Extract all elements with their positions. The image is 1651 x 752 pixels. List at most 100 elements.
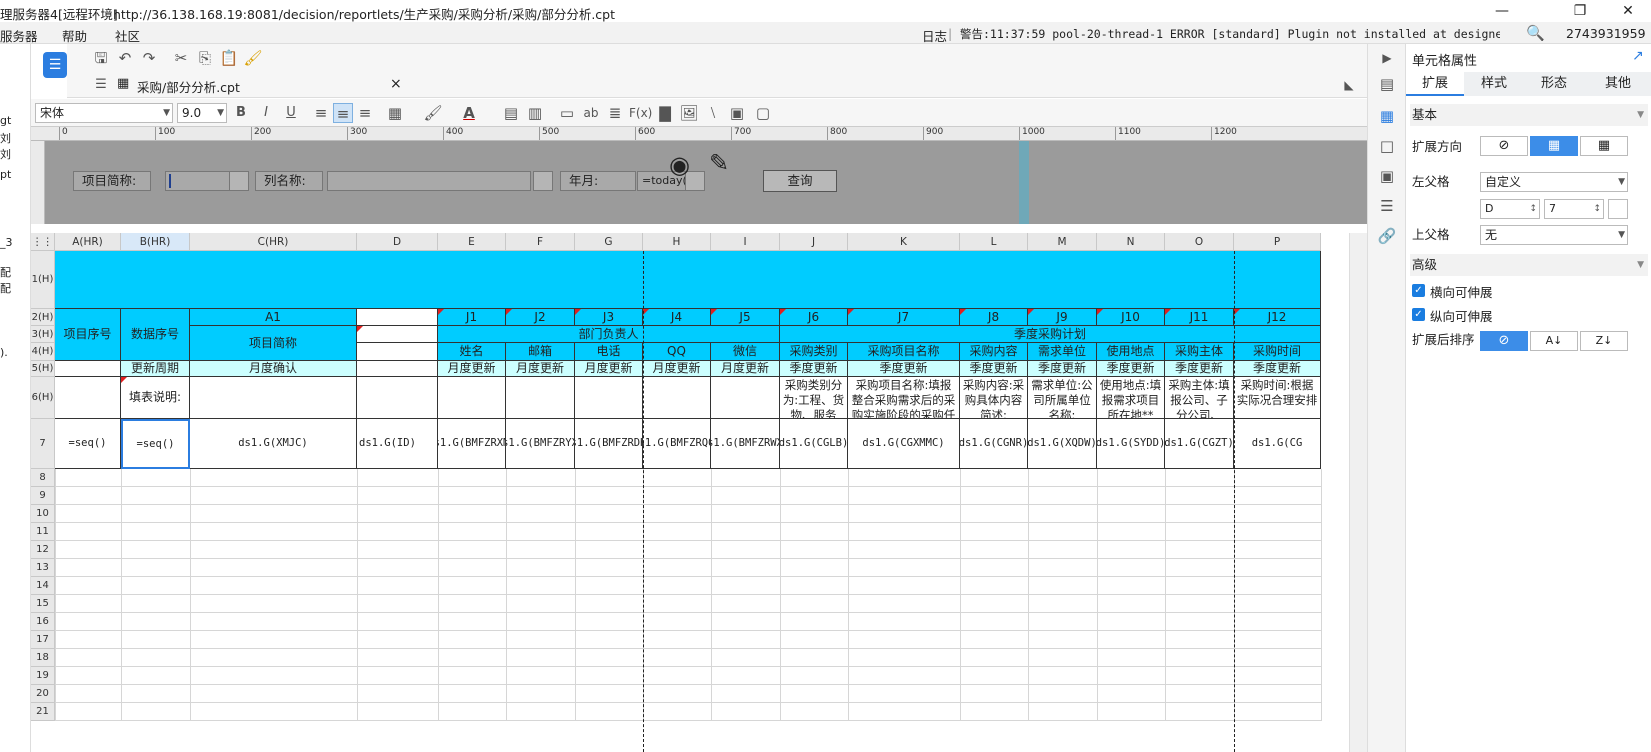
update-cycle-cell[interactable]: 季度更新: [1028, 361, 1097, 377]
header-field[interactable]: 采购时间: [1234, 343, 1321, 361]
formula-cell[interactable]: ds1.G(BMFZRQQ): [643, 419, 711, 469]
v-expand-checkbox[interactable]: ✓: [1412, 308, 1425, 321]
column-header[interactable]: C(HR): [190, 233, 357, 251]
grid-corner[interactable]: ⋮⋮: [31, 233, 55, 251]
row-header[interactable]: 14: [31, 577, 55, 595]
formula-icon[interactable]: F(x): [629, 103, 652, 123]
update-cycle-cell[interactable]: 季度更新: [780, 361, 848, 377]
blank-cell[interactable]: [357, 343, 438, 361]
template-attribute-icon[interactable]: □: [1377, 136, 1397, 156]
update-cycle-label[interactable]: 更新周期: [121, 361, 190, 377]
float-element-icon[interactable]: ▢: [753, 103, 773, 123]
blank-cell[interactable]: [575, 377, 643, 419]
insert-ab-icon[interactable]: ab: [581, 103, 601, 123]
sort-ascending-option[interactable]: A↓: [1530, 331, 1578, 351]
font-color-icon[interactable]: A: [459, 103, 479, 123]
column-header[interactable]: H: [643, 233, 711, 251]
insert-text-icon[interactable]: ▭: [557, 103, 577, 123]
instruction-cell[interactable]: 使用地点:填报需求项目所在地**: [1097, 377, 1165, 419]
row-header[interactable]: 18: [31, 649, 55, 667]
row-header[interactable]: 8: [31, 469, 55, 487]
query-button[interactable]: 查询: [763, 170, 837, 192]
column-header[interactable]: A(HR): [55, 233, 121, 251]
update-cycle-cell[interactable]: 季度更新: [1234, 361, 1321, 377]
project-input[interactable]: [165, 171, 235, 191]
param-panel-splitter[interactable]: [1019, 141, 1029, 224]
tab-expand[interactable]: 扩展: [1406, 72, 1464, 96]
blank-cell[interactable]: [357, 377, 438, 419]
log-link[interactable]: 日志: [922, 26, 947, 45]
report-title-cell[interactable]: [55, 251, 1321, 309]
vertical-scrollbar[interactable]: [1349, 233, 1367, 752]
font-size-select[interactable]: 9.0 ▼: [177, 103, 227, 123]
cell-attribute-icon[interactable]: ▦: [1377, 106, 1397, 126]
blank-cell[interactable]: [357, 309, 438, 326]
expand-none-option[interactable]: ⊘: [1480, 136, 1528, 156]
column-header[interactable]: N: [1097, 233, 1165, 251]
project-picker-icon[interactable]: [229, 171, 249, 191]
column-header[interactable]: O: [1165, 233, 1234, 251]
format-painter-icon[interactable]: 🖌: [243, 48, 263, 68]
column-input[interactable]: [327, 171, 531, 191]
formula-cell[interactable]: ds1.G(SYDD): [1097, 419, 1165, 469]
header-field[interactable]: 电话: [575, 343, 643, 361]
row-header[interactable]: 6(H): [31, 377, 55, 419]
blank-cell[interactable]: [643, 377, 711, 419]
cell-picker-icon[interactable]: [1608, 199, 1628, 219]
row-header[interactable]: 7: [31, 419, 55, 469]
blank-cell[interactable]: [55, 361, 121, 377]
column-header[interactable]: J: [780, 233, 848, 251]
header-data-seq[interactable]: 数据序号: [121, 309, 190, 361]
formula-cell[interactable]: ds1.G(CG: [1234, 419, 1321, 469]
minimize-button[interactable]: —: [1480, 1, 1524, 21]
hyperlink-icon[interactable]: 🔗: [1377, 226, 1397, 246]
h-expand-checkbox[interactable]: ✓: [1412, 284, 1425, 297]
header-field[interactable]: 采购内容: [960, 343, 1028, 361]
search-icon[interactable]: 🔍: [1526, 24, 1545, 42]
blank-cell[interactable]: [711, 377, 780, 419]
bold-button[interactable]: B: [231, 103, 251, 123]
insert-image-icon[interactable]: 🖼: [679, 103, 699, 123]
formula-cell[interactable]: ds1.G(BMFZRYX): [506, 419, 575, 469]
row-header[interactable]: 10: [31, 505, 55, 523]
tab-list-icon[interactable]: ☰: [91, 75, 111, 95]
header-quarter-plan[interactable]: 季度采购计划: [780, 326, 1321, 343]
formula-cell[interactable]: ds1.G(CGLB): [780, 419, 848, 469]
header-j-label[interactable]: J8: [960, 309, 1028, 326]
instruction-cell[interactable]: 采购内容:采购具体内容简述;: [960, 377, 1028, 419]
row-header[interactable]: 4(H): [31, 343, 55, 361]
header-field[interactable]: 使用地点: [1097, 343, 1165, 361]
maximize-button[interactable]: ❐: [1558, 1, 1602, 21]
row-header[interactable]: 11: [31, 523, 55, 541]
font-family-select[interactable]: 宋体 ▼: [35, 103, 173, 123]
instruction-cell[interactable]: 采购主体:填报公司、子分公司、: [1165, 377, 1234, 419]
row-header[interactable]: 21: [31, 703, 55, 721]
column-header[interactable]: D: [357, 233, 438, 251]
cell-element-icon[interactable]: ▤: [1377, 74, 1397, 94]
update-cycle-cell[interactable]: 季度更新: [1097, 361, 1165, 377]
slash-icon[interactable]: ⧵: [703, 103, 723, 123]
column-header[interactable]: B(HR): [121, 233, 190, 251]
header-j-label[interactable]: J5: [711, 309, 780, 326]
row-header[interactable]: 3(H): [31, 326, 55, 343]
header-a1[interactable]: A1: [190, 309, 357, 326]
tab-document[interactable]: ▦ 采购/部分分析.cpt ×: [117, 74, 417, 96]
update-cycle-cell[interactable]: 月度更新: [711, 361, 780, 377]
collapse-arrow-icon[interactable]: ▶: [1377, 48, 1397, 68]
tab-form[interactable]: 形态: [1524, 72, 1584, 96]
row-header[interactable]: 17: [31, 631, 55, 649]
header-j-label[interactable]: J10: [1097, 309, 1165, 326]
header-j-label[interactable]: J3: [575, 309, 643, 326]
column-header[interactable]: I: [711, 233, 780, 251]
instruction-cell[interactable]: 采购时间:根据实际况合理安排: [1234, 377, 1321, 419]
hide-widget-icon[interactable]: ◉: [669, 151, 690, 179]
tab-style[interactable]: 样式: [1464, 72, 1524, 96]
formula-cell[interactable]: ds1.G(CGNR): [960, 419, 1028, 469]
header-field[interactable]: 微信: [711, 343, 780, 361]
header-j-label[interactable]: J12: [1234, 309, 1321, 326]
formula-cell[interactable]: =seq(): [55, 419, 121, 469]
align-right-icon[interactable]: ≡: [355, 103, 375, 123]
tab-close-button[interactable]: ×: [390, 76, 402, 92]
widget-settings-icon[interactable]: ▣: [1377, 166, 1397, 186]
user-id[interactable]: 2743931959: [1566, 26, 1646, 41]
